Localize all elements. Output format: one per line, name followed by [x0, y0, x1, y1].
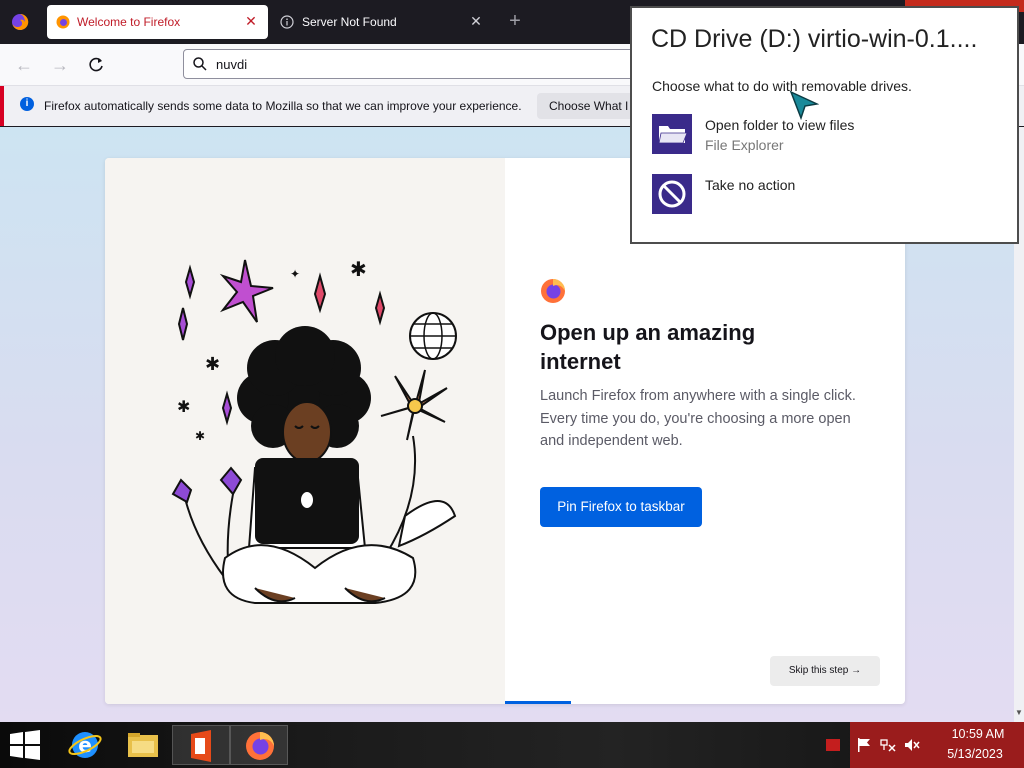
firefox-menu-icon[interactable] — [10, 12, 30, 32]
notification-text: Firefox automatically sends some data to… — [44, 99, 522, 113]
tab-server-not-found[interactable]: Server Not Found ✕ — [272, 5, 490, 39]
svg-text:✱: ✱ — [195, 429, 205, 443]
back-arrow-icon[interactable]: ← — [14, 55, 34, 75]
file-explorer-icon — [128, 733, 158, 757]
action-center-flag-icon[interactable] — [856, 737, 872, 753]
pin-firefox-to-taskbar-button[interactable]: Pin Firefox to taskbar — [540, 487, 702, 527]
firefox-logo-icon — [541, 279, 565, 303]
close-tab-icon[interactable]: ✕ — [468, 13, 484, 29]
forward-arrow-icon[interactable]: → — [50, 55, 70, 75]
folder-icon — [652, 114, 692, 154]
show-hidden-icons-icon[interactable] — [826, 739, 840, 751]
taskbar-file-explorer[interactable] — [114, 725, 172, 765]
autoplay-subtitle: Choose what to do with removable drives. — [652, 78, 912, 94]
clock-time[interactable]: 10:59 AM — [938, 727, 1018, 741]
close-tab-icon[interactable]: ✕ — [243, 13, 259, 29]
scroll-down-arrow-icon[interactable]: ▼ — [1014, 708, 1024, 720]
svg-text:✱: ✱ — [177, 397, 190, 416]
no-action-icon — [652, 174, 692, 214]
person-with-laptop-illustration: ✱ ✱ ✱ ✱ ✦ — [171, 257, 457, 604]
search-icon — [193, 57, 207, 71]
onboarding-progress-indicator — [505, 701, 571, 704]
info-icon: i — [20, 97, 34, 111]
take-no-action-option[interactable]: Take no action — [652, 174, 992, 216]
option-label: Open folder to view files — [705, 117, 855, 133]
autoplay-title: CD Drive (D:) virtio-win-0.1.... — [651, 25, 978, 53]
autoplay-dialog: CD Drive (D:) virtio-win-0.1.... Choose … — [630, 6, 1019, 244]
skip-this-step-button[interactable]: Skip this step → — [770, 656, 880, 686]
tab-title: Server Not Found — [302, 15, 397, 29]
taskbar-firefox[interactable] — [230, 725, 288, 765]
volume-muted-icon[interactable] — [904, 737, 920, 753]
welcome-heading: Open up an amazing internet — [540, 320, 756, 374]
tab-welcome-to-firefox[interactable]: Welcome to Firefox ✕ — [47, 5, 268, 39]
option-label: Take no action — [705, 177, 796, 193]
firefox-favicon-icon — [56, 15, 70, 29]
svg-text:✱: ✱ — [350, 257, 367, 281]
mouse-cursor-icon — [789, 90, 819, 120]
url-bar[interactable]: nuvdi — [183, 49, 643, 79]
illustration-panel: ✱ ✱ ✱ ✱ ✦ — [105, 158, 505, 704]
taskbar-office[interactable] — [172, 725, 230, 765]
new-tab-plus-icon[interactable]: + — [505, 11, 525, 31]
taskbar: e 10:59 AM 5/13/2023 — [0, 722, 1024, 768]
svg-text:✱: ✱ — [205, 354, 220, 375]
welcome-body-text: Launch Firefox from anywhere with a sing… — [540, 388, 856, 449]
reload-icon[interactable] — [86, 55, 106, 75]
tab-title: Welcome to Firefox — [77, 15, 181, 29]
office-icon — [191, 730, 211, 762]
option-sublabel: File Explorer — [705, 137, 784, 153]
network-disconnected-icon[interactable] — [880, 737, 896, 753]
svg-text:✦: ✦ — [290, 267, 300, 281]
clock-date[interactable]: 5/13/2023 — [930, 747, 1020, 761]
windows-start-icon[interactable] — [8, 730, 42, 760]
open-folder-option[interactable]: Open folder to view files File Explorer — [652, 114, 992, 156]
taskbar-internet-explorer[interactable]: e — [56, 725, 114, 765]
firefox-icon — [246, 732, 274, 760]
url-input-text[interactable]: nuvdi — [216, 57, 247, 72]
internet-explorer-icon: e — [68, 732, 102, 758]
info-circle-icon — [280, 15, 294, 29]
